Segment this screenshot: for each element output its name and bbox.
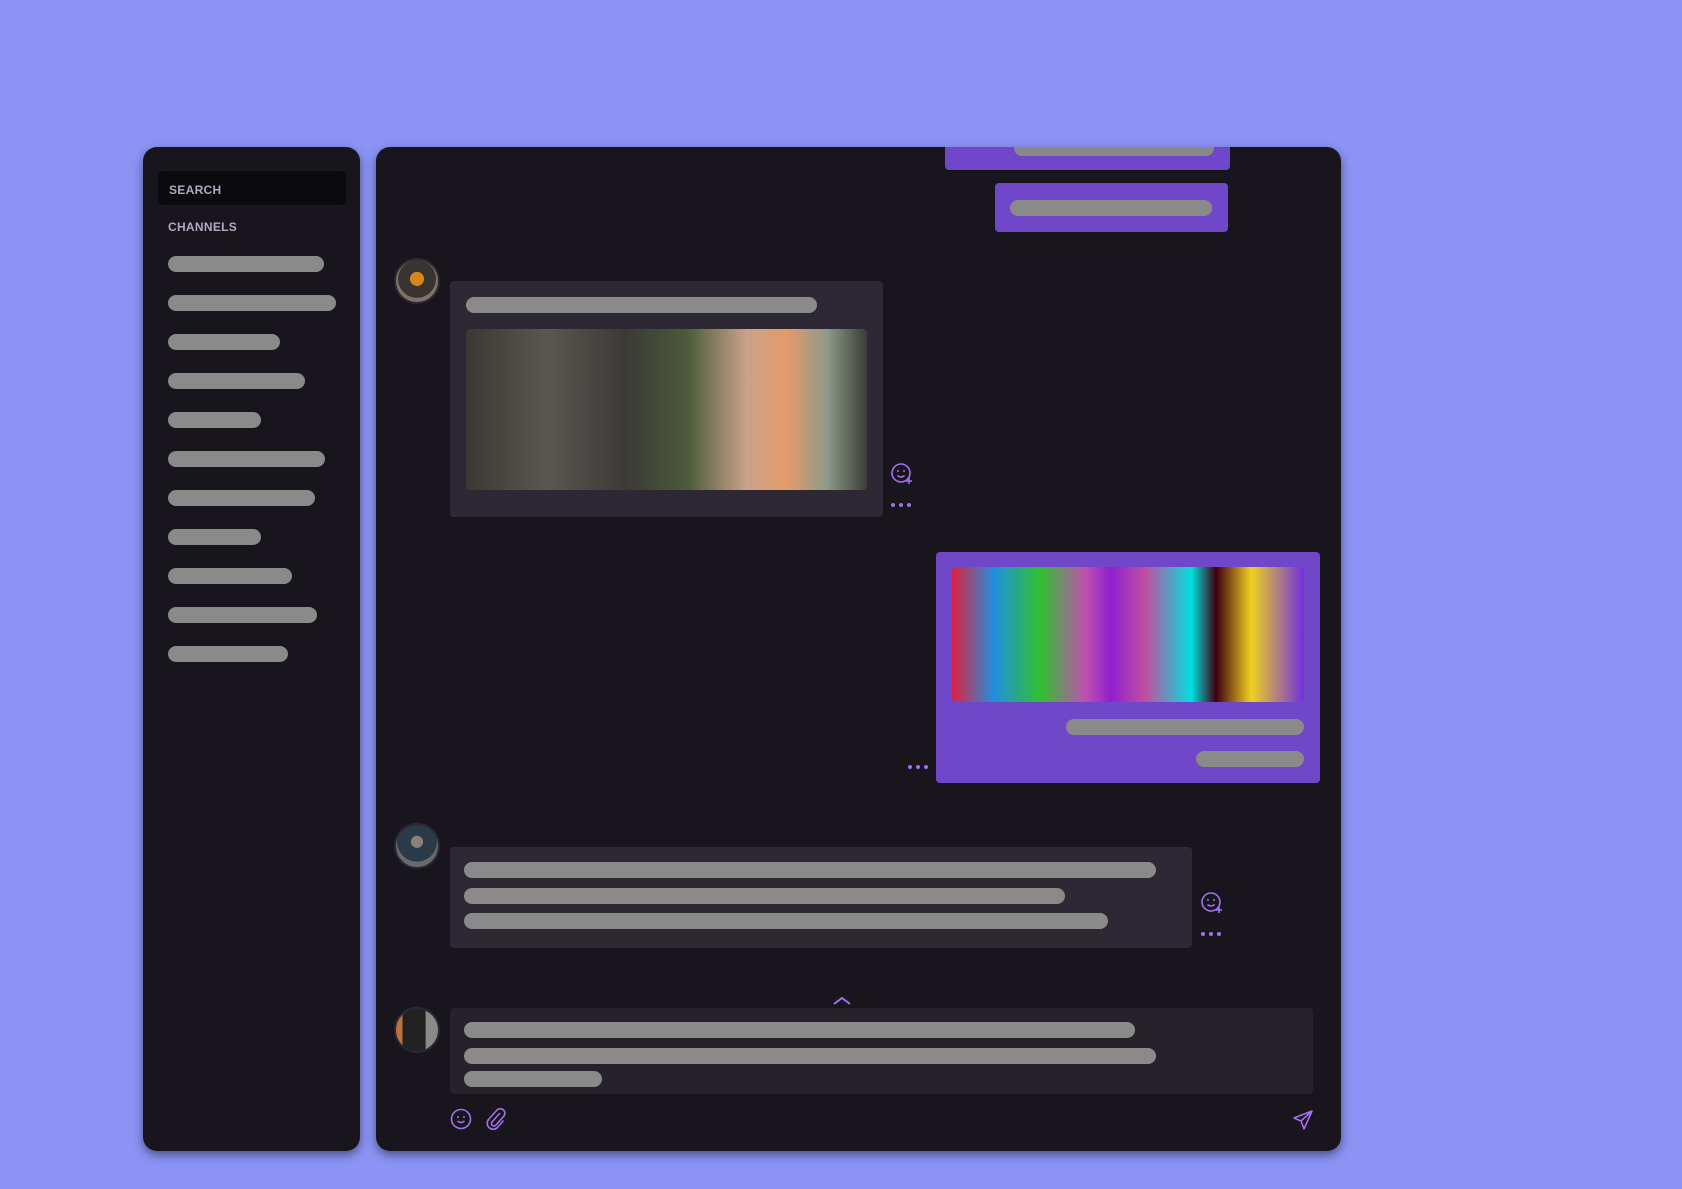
message-text-placeholder bbox=[464, 888, 1065, 904]
message-image[interactable] bbox=[466, 329, 867, 490]
channel-item[interactable] bbox=[168, 373, 305, 389]
message-text-placeholder bbox=[1196, 751, 1304, 767]
message-bubble-outgoing bbox=[936, 552, 1320, 783]
channel-item[interactable] bbox=[168, 256, 324, 272]
message-text-placeholder bbox=[464, 862, 1156, 878]
emoji-icon[interactable] bbox=[449, 1107, 473, 1131]
message-bubble-outgoing bbox=[945, 147, 1230, 170]
more-dots-icon[interactable] bbox=[1200, 931, 1222, 937]
message-text-placeholder bbox=[464, 1071, 602, 1087]
avatar[interactable] bbox=[394, 258, 440, 304]
more-dots-icon[interactable] bbox=[890, 502, 912, 508]
message-image[interactable] bbox=[952, 567, 1304, 702]
message-input[interactable] bbox=[450, 1008, 1313, 1094]
message-text-placeholder bbox=[464, 913, 1108, 929]
channel-item[interactable] bbox=[168, 451, 325, 467]
search-label: SEARCH bbox=[169, 183, 222, 197]
channel-item[interactable] bbox=[168, 412, 261, 428]
search-input[interactable]: SEARCH bbox=[158, 171, 346, 205]
chat-panel bbox=[376, 147, 1341, 1151]
message-text-placeholder bbox=[466, 297, 817, 313]
message-text-placeholder bbox=[1014, 147, 1214, 156]
channels-heading: CHANNELS bbox=[168, 220, 238, 234]
channel-item[interactable] bbox=[168, 646, 288, 662]
emoji-add-icon[interactable] bbox=[1200, 891, 1224, 915]
message-bubble-outgoing bbox=[995, 183, 1228, 232]
message-text-placeholder bbox=[1066, 719, 1304, 735]
paperclip-icon[interactable] bbox=[484, 1107, 508, 1131]
message-bubble-incoming bbox=[450, 847, 1192, 948]
send-icon[interactable] bbox=[1291, 1108, 1315, 1132]
sidebar: SEARCH CHANNELS bbox=[143, 147, 360, 1151]
more-dots-icon[interactable] bbox=[907, 764, 929, 770]
channel-item[interactable] bbox=[168, 607, 317, 623]
avatar[interactable] bbox=[394, 823, 440, 869]
channel-item[interactable] bbox=[168, 490, 315, 506]
channel-item[interactable] bbox=[168, 295, 336, 311]
user-avatar[interactable] bbox=[394, 1007, 440, 1053]
emoji-add-icon[interactable] bbox=[890, 462, 914, 486]
message-text-placeholder bbox=[1010, 200, 1212, 216]
channel-item[interactable] bbox=[168, 334, 280, 350]
message-text-placeholder bbox=[464, 1022, 1135, 1038]
channel-item[interactable] bbox=[168, 529, 261, 545]
message-text-placeholder bbox=[464, 1048, 1156, 1064]
channel-item[interactable] bbox=[168, 568, 292, 584]
message-bubble-incoming bbox=[450, 281, 883, 517]
